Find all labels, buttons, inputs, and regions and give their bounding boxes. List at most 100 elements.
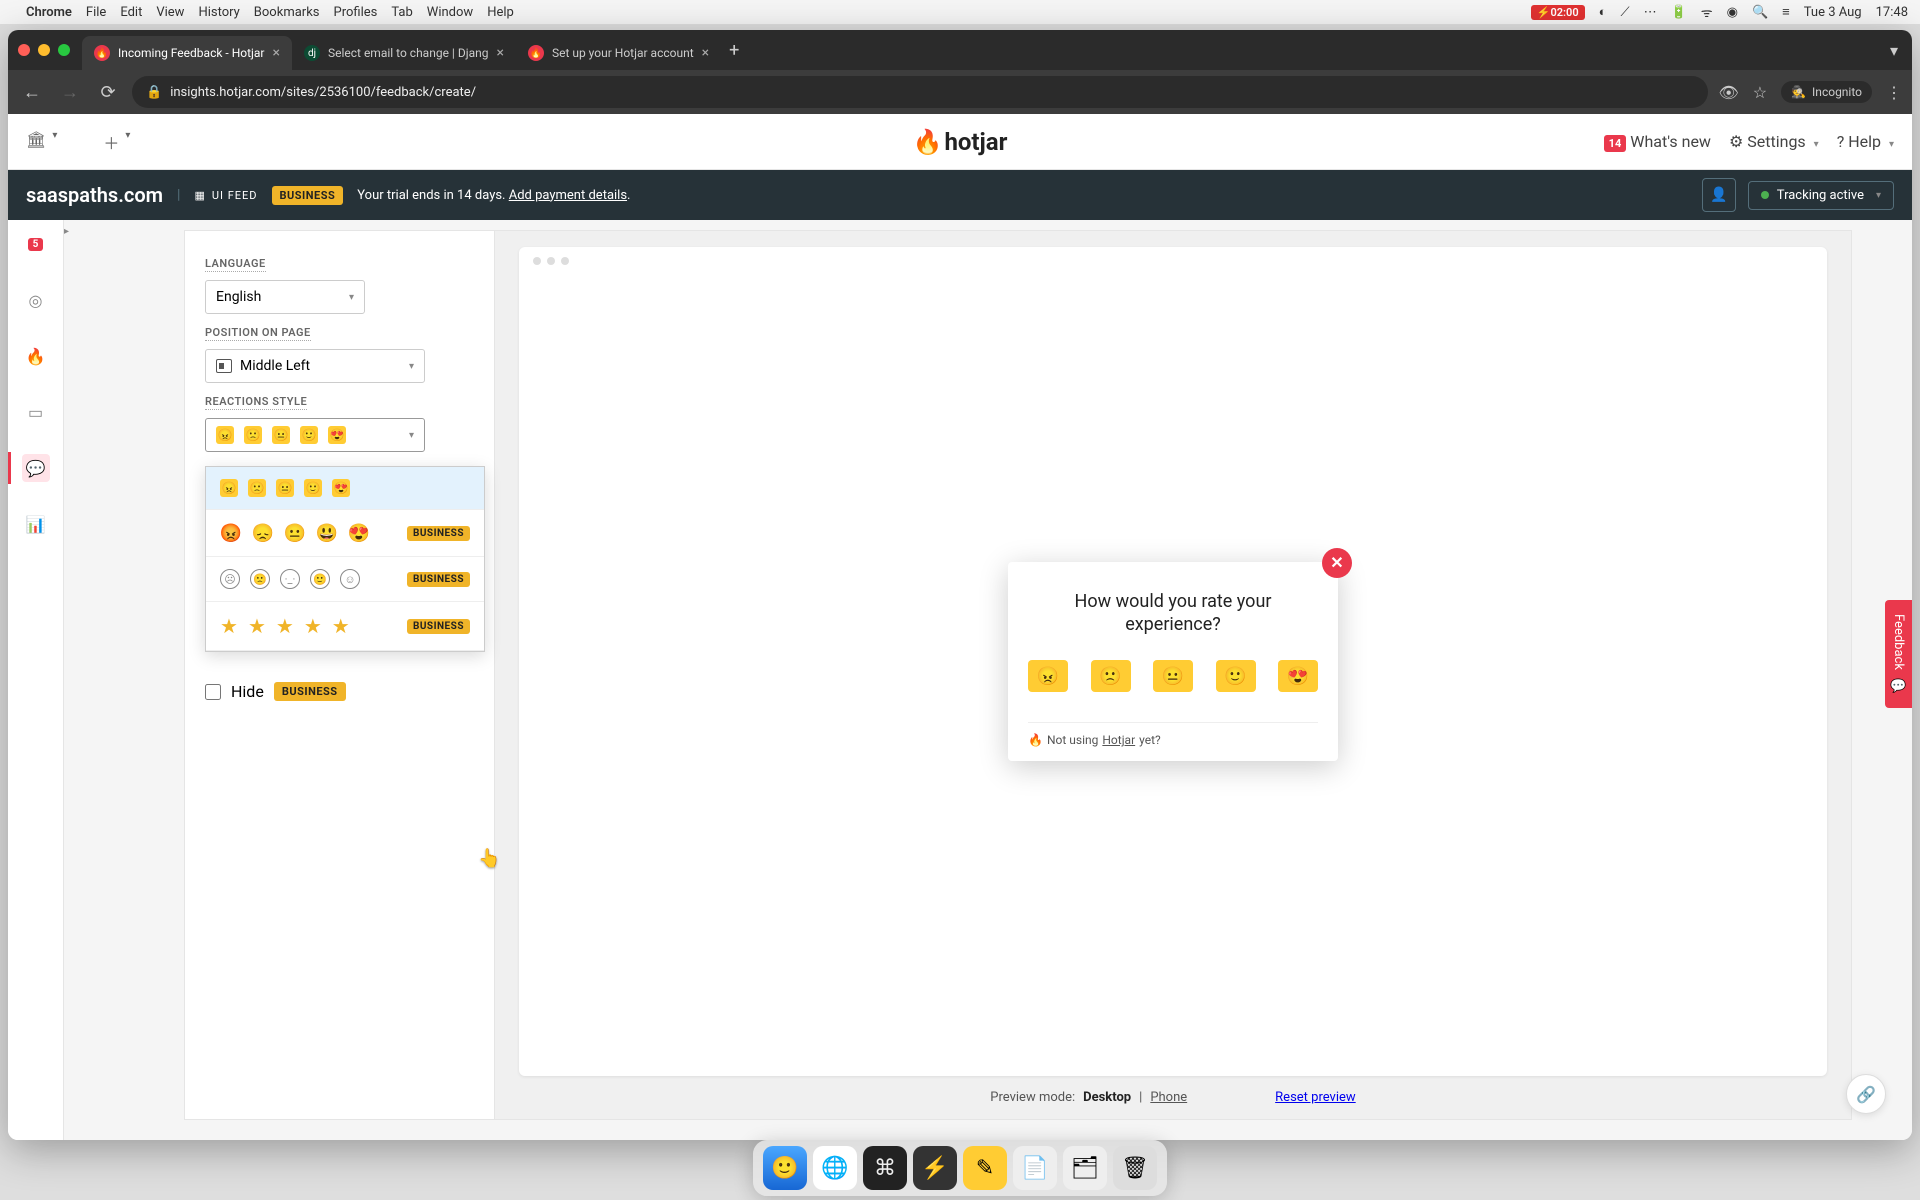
siri-icon[interactable]: ≡: [1782, 4, 1790, 20]
reload-button[interactable]: ⟳: [94, 82, 122, 103]
forward-button[interactable]: →: [56, 82, 84, 103]
rail-item-heatmaps[interactable]: 🔥: [22, 342, 50, 370]
rail-item[interactable]: 5: [22, 230, 50, 258]
menu-help[interactable]: Help: [487, 5, 514, 20]
trial-message: Your trial ends in 14 days. Add payment …: [357, 188, 630, 203]
reaction-love[interactable]: 😍: [1278, 660, 1318, 692]
tracking-status[interactable]: Tracking active: [1748, 181, 1894, 210]
dock-terminal[interactable]: ⌘: [863, 1146, 907, 1190]
close-tab-button[interactable]: ×: [702, 45, 709, 61]
whats-new-link[interactable]: 14 What's new: [1604, 132, 1711, 151]
hotjar-logo[interactable]: 🔥hotjar: [913, 128, 1008, 156]
reaction-option-yellow[interactable]: 😠 🙁 😐 🙂 😍: [206, 467, 484, 510]
menu-file[interactable]: File: [86, 5, 106, 20]
expand-rail-button[interactable]: ▸: [64, 226, 69, 237]
reactions-dropdown-menu: 😠 🙁 😐 🙂 😍 😡 😞 😐 😃: [205, 466, 485, 652]
user-icon: 👤: [1710, 187, 1727, 203]
rail-item-feedback[interactable]: 💬: [22, 454, 50, 482]
site-switcher-icon[interactable]: 🏛: [26, 130, 46, 154]
content-area: LANGUAGE English POSITION ON PAGE Middle…: [64, 220, 1912, 1140]
browser-tab[interactable]: dj Select email to change | Djang ×: [292, 36, 516, 70]
help-menu[interactable]: ? Help: [1837, 132, 1894, 151]
reaction-option-stars[interactable]: ★ ★ ★ ★ ★ BUSINESS: [206, 602, 484, 651]
app-subheader: saaspaths.com | ▦ UI FEED BUSINESS Your …: [8, 170, 1912, 220]
settings-menu[interactable]: ⚙ Settings: [1729, 132, 1819, 151]
hotjar-link[interactable]: Hotjar: [1102, 733, 1135, 747]
browser-tab[interactable]: 🔥 Incoming Feedback - Hotjar ×: [82, 36, 292, 70]
position-value: Middle Left: [240, 358, 310, 374]
menubar-time[interactable]: 17:48: [1876, 5, 1908, 20]
reaction-like[interactable]: 🙂: [1216, 660, 1256, 692]
flame-icon: 🔥: [913, 128, 943, 156]
help-icon: ?: [1837, 132, 1845, 151]
reaction-option-native[interactable]: 😡 😞 😐 😃 😍 BUSINESS: [206, 510, 484, 557]
dock-app[interactable]: ⚡: [913, 1146, 957, 1190]
reaction-option-outline[interactable]: ☹ 🙁 ·_· 🙂 ☺ BUSINESS: [206, 557, 484, 602]
widget-close-button[interactable]: ✕: [1322, 548, 1352, 578]
reaction-neutral[interactable]: 😐: [1153, 660, 1193, 692]
reaction-hate[interactable]: 😠: [1028, 660, 1068, 692]
dock-finder[interactable]: 🙂: [763, 1146, 807, 1190]
menubar-icon[interactable]: ⟋: [1620, 5, 1629, 20]
menu-profiles[interactable]: Profiles: [334, 5, 378, 20]
user-menu-button[interactable]: 👤: [1702, 178, 1736, 212]
preview-mode-phone[interactable]: Phone: [1150, 1090, 1187, 1105]
copy-link-button[interactable]: 🔗: [1846, 1074, 1886, 1114]
selected-reaction-preview: 😠 🙁 😐 🙂 😍: [216, 426, 346, 444]
flame-icon: 🔥: [1028, 733, 1043, 747]
rail-item-target[interactable]: ◎: [22, 286, 50, 314]
battery-status[interactable]: ⚡02:00: [1531, 5, 1585, 20]
preview-mode-switcher: Preview mode: Desktop | Phone Reset prev…: [519, 1076, 1827, 1109]
close-window-button[interactable]: [18, 44, 30, 56]
bookmark-star-icon[interactable]: ☆: [1753, 83, 1767, 102]
browser-menu-button[interactable]: ⋮: [1886, 83, 1902, 102]
language-select[interactable]: English: [205, 280, 365, 314]
menu-history[interactable]: History: [198, 5, 239, 20]
menu-bookmarks[interactable]: Bookmarks: [254, 5, 320, 20]
preview-mode-desktop[interactable]: Desktop: [1083, 1090, 1131, 1105]
close-tab-button[interactable]: ×: [273, 45, 280, 61]
reset-preview-link[interactable]: Reset preview: [1275, 1090, 1356, 1105]
menu-tab[interactable]: Tab: [391, 5, 412, 20]
tab-search-button[interactable]: ▾: [1890, 41, 1898, 60]
url-input[interactable]: 🔒 insights.hotjar.com/sites/2536100/feed…: [132, 76, 1708, 108]
hide-checkbox[interactable]: [205, 684, 221, 700]
add-payment-link[interactable]: Add payment details: [509, 188, 627, 203]
control-center-icon[interactable]: ◉: [1727, 5, 1738, 20]
rail-item-recordings[interactable]: ▭: [22, 398, 50, 426]
close-tab-button[interactable]: ×: [496, 45, 503, 61]
dock-app[interactable]: ✎: [963, 1146, 1007, 1190]
spotlight-icon[interactable]: 🔍: [1752, 5, 1768, 20]
app-name[interactable]: Chrome: [26, 5, 72, 20]
reactions-select[interactable]: 😠 🙁 😐 🙂 😍: [205, 418, 425, 452]
browser-tab[interactable]: 🔥 Set up your Hotjar account ×: [516, 36, 721, 70]
eye-off-icon[interactable]: 👁: [1718, 83, 1738, 102]
dock-chrome[interactable]: 🌐: [813, 1146, 857, 1190]
dock-trash[interactable]: 🗑: [1113, 1146, 1157, 1190]
reaction-dislike[interactable]: 🙁: [1091, 660, 1131, 692]
minimize-window-button[interactable]: [38, 44, 50, 56]
wifi-icon[interactable]: ᯤ: [1701, 3, 1713, 21]
menubar-icon[interactable]: ◐: [1599, 4, 1607, 20]
chevron-down-icon[interactable]: ▾: [125, 130, 130, 154]
maximize-window-button[interactable]: [58, 44, 70, 56]
add-icon[interactable]: ＋: [103, 130, 119, 154]
feedback-side-tab[interactable]: Feedback 💬: [1885, 600, 1912, 708]
dock-app[interactable]: 🗂: [1063, 1146, 1107, 1190]
battery-icon[interactable]: 🔋: [1671, 5, 1687, 20]
position-select[interactable]: Middle Left: [205, 349, 425, 383]
chevron-down-icon[interactable]: ▾: [52, 130, 57, 154]
site-name: saaspaths.com: [26, 183, 163, 207]
new-tab-button[interactable]: +: [729, 40, 739, 61]
dock-app[interactable]: 📄: [1013, 1146, 1057, 1190]
incognito-indicator[interactable]: 🕵️ Incognito: [1781, 81, 1872, 103]
menu-window[interactable]: Window: [427, 5, 473, 20]
back-button[interactable]: ←: [18, 82, 46, 103]
menu-view[interactable]: View: [156, 5, 184, 20]
menubar-icon[interactable]: ⋯: [1644, 5, 1657, 20]
rail-item-surveys[interactable]: 📊: [22, 510, 50, 538]
menubar-date[interactable]: Tue 3 Aug: [1804, 5, 1862, 20]
menu-edit[interactable]: Edit: [120, 5, 142, 20]
status-dot-icon: [1761, 191, 1769, 199]
position-icon: [216, 359, 232, 373]
